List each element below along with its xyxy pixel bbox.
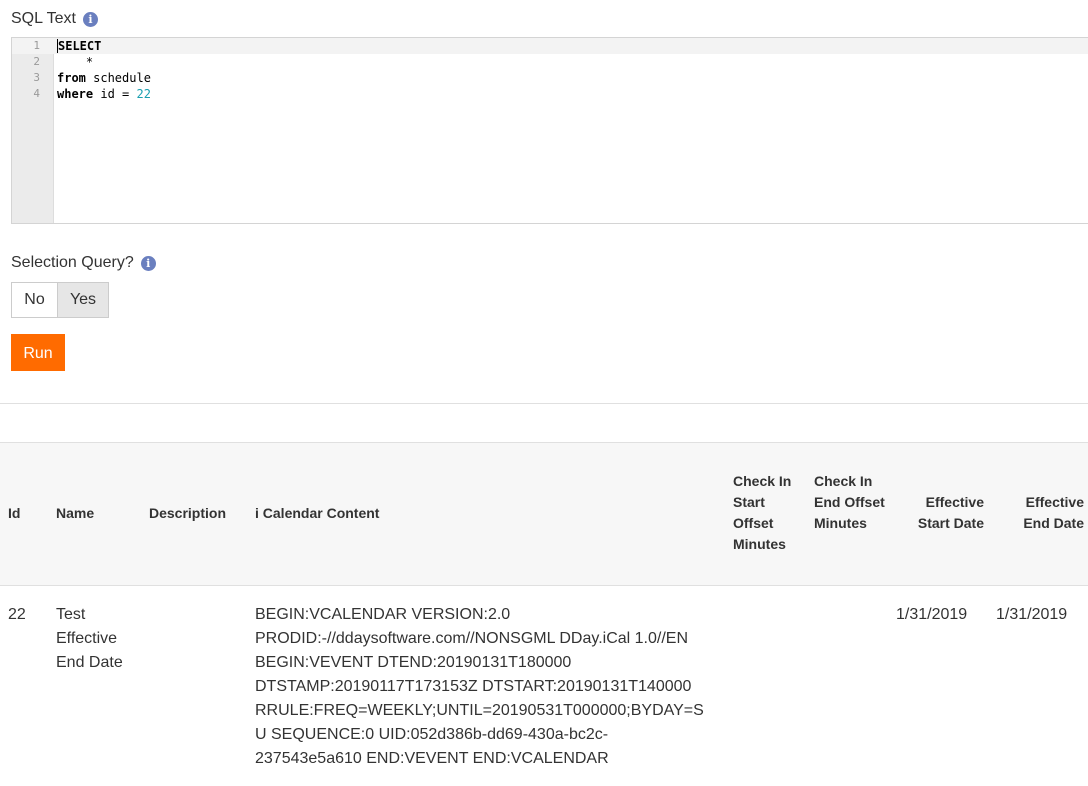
sql-token: id =	[93, 87, 137, 101]
code-line[interactable]: 3 from schedule	[12, 70, 1088, 86]
cell-name: Test Effective End Date	[56, 606, 123, 671]
header-effective-start-date[interactable]: Effective Start Date	[896, 492, 984, 534]
cell-icalendar-content: BEGIN:VCALENDAR VERSION:2.0 PRODID:-//dd…	[255, 606, 704, 767]
line-number: 3	[33, 71, 40, 84]
run-button[interactable]: Run	[11, 334, 65, 371]
header-effective-end-date[interactable]: Effective End Date	[1004, 492, 1084, 534]
cell-effective-start-date: 1/31/2019	[896, 606, 968, 623]
header-description[interactable]: Description	[149, 503, 226, 524]
sql-editor[interactable]: 1 SELECT 2 * 3 from schedule 4 where id = 22	[11, 37, 1088, 224]
info-icon[interactable]: i	[140, 255, 156, 271]
header-icalendar-content[interactable]: i Calendar Content	[255, 503, 379, 524]
selection-query-label-text: Selection Query?	[11, 254, 134, 271]
cell-effective-end-date: 1/31/2019	[996, 606, 1068, 623]
code-text[interactable]: where id = 22	[57, 86, 151, 102]
code-line[interactable]: 2 *	[12, 54, 1088, 70]
header-name[interactable]: Name	[56, 503, 94, 524]
line-number: 2	[33, 55, 40, 68]
selection-query-label: Selection Query? i	[11, 254, 156, 272]
header-checkin-end-offset[interactable]: Check In End Offset Minutes	[814, 471, 886, 534]
code-text[interactable]: SELECT	[57, 38, 102, 54]
header-id[interactable]: Id	[8, 503, 20, 524]
code-text[interactable]: from schedule	[57, 70, 151, 86]
sql-text-label: SQL Text i	[11, 10, 98, 28]
code-text[interactable]: *	[57, 54, 93, 70]
sql-token: *	[57, 55, 94, 69]
sql-keyword: SELECT	[57, 39, 102, 53]
header-checkin-start-offset[interactable]: Check In Start Offset Minutes	[733, 471, 805, 555]
sql-text-label-text: SQL Text	[11, 10, 76, 27]
toggle-option-yes[interactable]: Yes	[58, 283, 108, 317]
toggle-option-no[interactable]: No	[12, 283, 58, 317]
info-icon[interactable]: i	[82, 11, 98, 27]
line-number: 4	[33, 87, 40, 100]
line-number: 1	[33, 39, 40, 52]
sql-number: 22	[136, 87, 151, 101]
selection-query-toggle[interactable]: No Yes	[11, 282, 109, 318]
sql-keyword: from	[57, 71, 86, 85]
cell-id: 22	[8, 606, 26, 623]
sql-token: schedule	[85, 71, 151, 85]
divider	[0, 403, 1088, 404]
code-line[interactable]: 1 SELECT	[12, 38, 1088, 54]
code-line[interactable]: 4 where id = 22	[12, 86, 1088, 102]
sql-keyword: where	[57, 87, 94, 101]
results-table-header: Id Name Description i Calendar Content C…	[0, 442, 1088, 586]
